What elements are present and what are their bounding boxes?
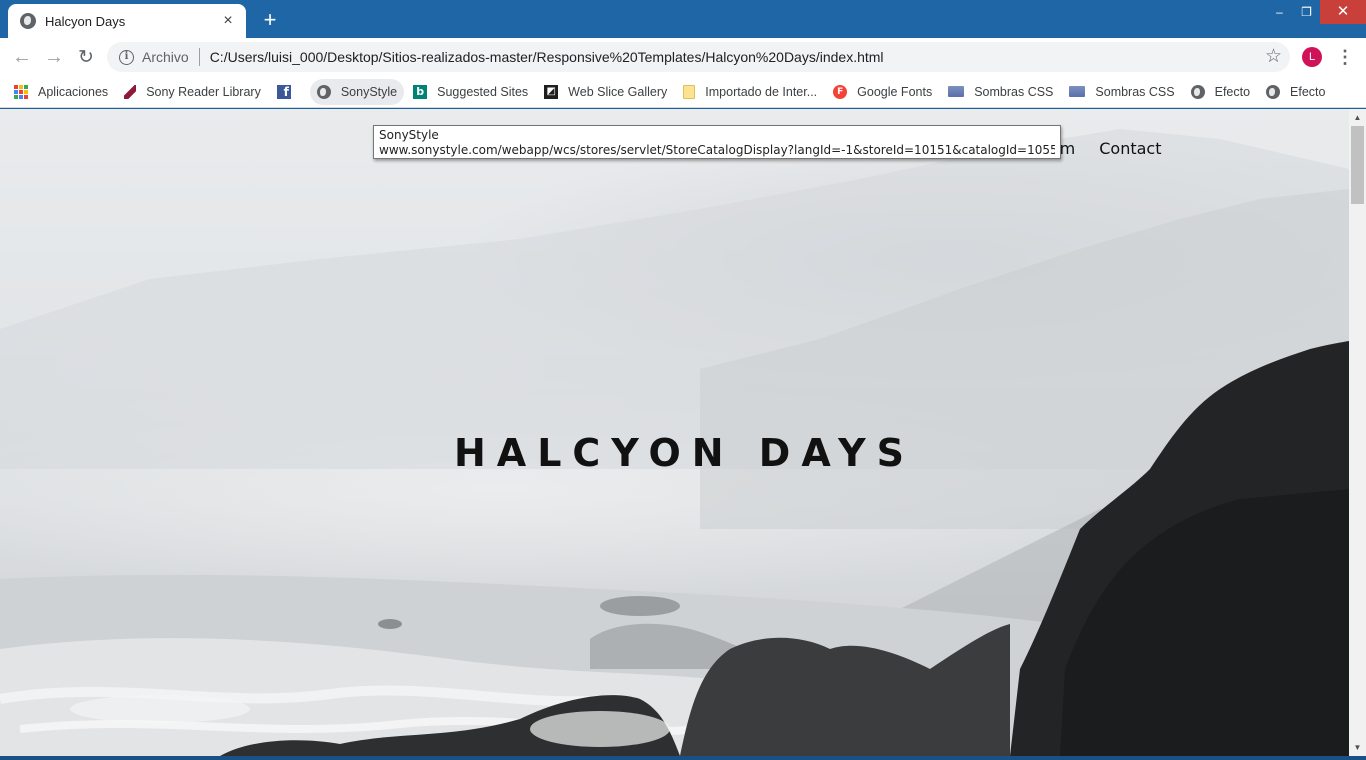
bookmark-label: Efecto — [1290, 84, 1326, 99]
browser-menu-icon[interactable]: ⋮ — [1336, 46, 1354, 68]
apps-grid-icon — [14, 84, 28, 99]
hero-title: HALCYON DAYS — [453, 431, 915, 475]
bookmark-sony-reader-library[interactable]: Sony Reader Library — [124, 79, 268, 105]
bookmark-label: Sombras CSS — [1095, 84, 1175, 99]
bing-icon: b — [413, 84, 428, 99]
bookmark-label: Sony Reader Library — [146, 84, 261, 99]
globe-icon — [1266, 84, 1281, 99]
info-icon[interactable]: i — [119, 49, 134, 65]
bookmark-web-slice-gallery[interactable]: ◩ Web Slice Gallery — [544, 79, 674, 105]
bookmark-efecto-1[interactable]: Efecto — [1190, 79, 1257, 105]
minimize-button[interactable]: – — [1266, 0, 1293, 24]
scroll-up-arrow-icon[interactable]: ▲ — [1349, 109, 1366, 126]
globe-icon — [316, 84, 331, 99]
bookmark-label: Importado de Inter... — [705, 84, 818, 99]
tab-close-icon[interactable]: × — [220, 13, 236, 29]
google-fonts-icon: F — [833, 84, 848, 99]
bookmark-google-fonts[interactable]: F Google Fonts — [833, 79, 939, 105]
bookmark-aplicaciones[interactable]: Aplicaciones — [14, 79, 115, 105]
bookmark-label: Aplicaciones — [38, 84, 109, 99]
reload-button[interactable]: ↻ — [70, 41, 102, 73]
scroll-down-arrow-icon[interactable]: ▼ — [1349, 739, 1366, 756]
bookmark-sombras-css-1[interactable]: Sombras CSS — [948, 79, 1060, 105]
tooltip-title: SonyStyle — [379, 128, 439, 142]
url-text[interactable]: C:/Users/luisi_000/Desktop/Sitios-realiz… — [210, 49, 884, 65]
bookmark-label: SonyStyle — [340, 84, 398, 99]
bookmark-efecto-2[interactable]: Efecto — [1266, 79, 1332, 105]
bookmark-label: Efecto — [1214, 84, 1251, 99]
browser-window: Halcyon Days × + – ❐ ✕ ← → ↻ i Archivo C… — [0, 0, 1366, 760]
web-slice-icon: ◩ — [544, 84, 559, 99]
image-icon — [948, 86, 965, 97]
window-close-button[interactable]: ✕ — [1320, 0, 1366, 24]
tab-strip: Halcyon Days × + – ❐ ✕ — [0, 0, 1366, 38]
tab-title: Halcyon Days — [45, 13, 126, 29]
tooltip-url: www.sonystyle.com/webapp/wcs/stores/serv… — [379, 143, 1055, 157]
bookmark-importado[interactable]: Importado de Inter... — [683, 79, 824, 105]
taskbar-edge — [0, 756, 1366, 760]
browser-toolbar: ← → ↻ i Archivo C:/Users/luisi_000/Deskt… — [0, 38, 1366, 76]
nav-link-contact[interactable]: Contact — [1099, 139, 1161, 158]
restore-button[interactable]: ❐ — [1293, 0, 1320, 24]
facebook-icon: f — [276, 84, 291, 99]
folder-icon — [683, 84, 696, 99]
bookmark-tooltip: SonyStyle www.sonystyle.com/webapp/wcs/s… — [373, 125, 1061, 159]
bookmark-sombras-css-2[interactable]: Sombras CSS — [1069, 79, 1181, 105]
scheme-label: Archivo — [142, 49, 189, 65]
address-bar[interactable]: i Archivo C:/Users/luisi_000/Desktop/Sit… — [107, 42, 1290, 72]
window-controls: – ❐ ✕ — [1266, 0, 1366, 24]
globe-icon — [1190, 84, 1205, 99]
address-separator — [198, 48, 200, 66]
profile-avatar[interactable]: L — [1302, 47, 1322, 67]
bookmark-label: Suggested Sites — [437, 84, 529, 99]
feather-icon — [124, 84, 137, 99]
bookmark-label: Google Fonts — [857, 84, 933, 99]
tab-halcyon-days[interactable]: Halcyon Days × — [8, 4, 246, 38]
bookmark-facebook[interactable]: f — [276, 79, 308, 105]
bookmark-star-icon[interactable]: ☆ — [1265, 45, 1282, 68]
page-viewport: eam Contact HALCYON DAYS SonyStyle www.s… — [0, 109, 1349, 756]
bookmark-sonystyle[interactable]: SonyStyle — [309, 78, 405, 105]
new-tab-button[interactable]: + — [258, 9, 282, 33]
vertical-scrollbar[interactable]: ▲ ▼ — [1349, 109, 1366, 756]
bookmark-label: Sombras CSS — [974, 84, 1054, 99]
back-button[interactable]: ← — [6, 41, 38, 73]
bookmark-label: Web Slice Gallery — [568, 84, 668, 99]
forward-button[interactable]: → — [38, 41, 70, 73]
image-icon — [1069, 86, 1086, 97]
globe-icon — [20, 13, 36, 29]
bookmarks-bar: Aplicaciones Sony Reader Library f SonyS… — [0, 76, 1366, 108]
bookmark-suggested-sites[interactable]: b Suggested Sites — [413, 79, 535, 105]
scrollbar-thumb[interactable] — [1351, 126, 1364, 204]
